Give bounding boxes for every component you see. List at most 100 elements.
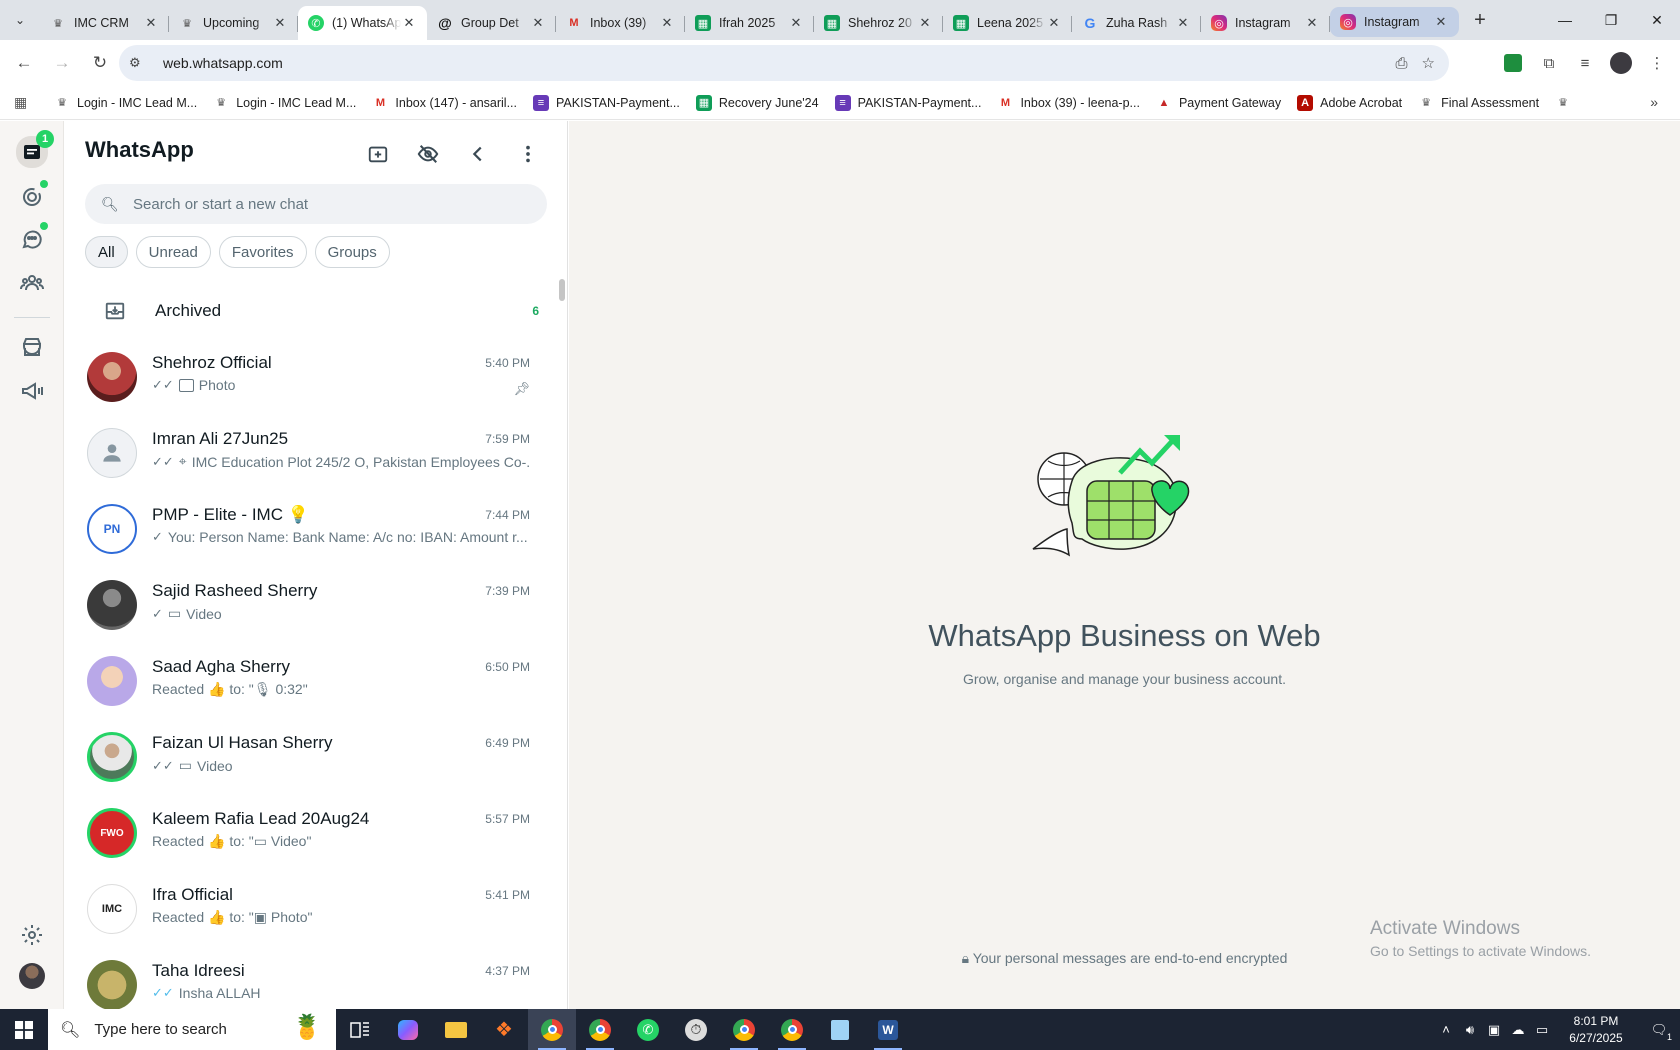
search-input[interactable] [133,195,513,213]
chat-search-box[interactable]: 🔍︎ [85,184,547,224]
close-tab-icon[interactable]: ✕ [1304,15,1320,31]
extensions-puzzle-icon[interactable]: ⧉ [1534,48,1564,78]
filter-groups[interactable]: Groups [314,236,390,268]
close-tab-icon[interactable]: ✕ [788,15,804,31]
bookmark-item[interactable]: ≡ PAKISTAN-Payment... [533,94,680,111]
bookmark-item[interactable]: ♛ Login - IMC Lead M... [54,95,197,111]
volume-icon[interactable]: 🔊︎ [1458,1022,1482,1038]
tab-instagram-1[interactable]: ◎ Instagram ✕ [1201,6,1330,40]
close-tab-icon[interactable]: ✕ [143,15,159,31]
app-orange-icon[interactable]: ❖ [480,1009,528,1050]
address-bar[interactable]: ⚙ web.whatsapp.com ⎙ ☆ [119,45,1449,81]
tab-shehroz-2025[interactable]: ▦ Shehroz 20 ✕ [814,6,943,40]
extension-green-icon[interactable] [1498,48,1528,78]
chat-row-pmp-elite[interactable]: PN PMP - Elite - IMC 💡 7:44 PM ✓ You: Per… [65,491,562,567]
task-view-icon[interactable] [336,1009,384,1050]
filter-unread[interactable]: Unread [135,236,211,268]
menu-more-icon[interactable] [513,139,543,169]
chat-row-sajid-rasheed[interactable]: Sajid Rasheed Sherry 7:39 PM ✓ ▭ Video [65,567,562,643]
back-icon[interactable]: ← [8,47,40,79]
chat-row-ifra-official[interactable]: IMC Ifra Official 5:41 PM Reacted 👍 to: … [65,871,562,947]
tab-zuha-rashid[interactable]: G Zuha Rash ✕ [1072,6,1201,40]
notification-center-icon[interactable]: 🗨︎ 1 [1638,1022,1680,1042]
notepad-icon[interactable] [816,1009,864,1050]
close-tab-icon[interactable]: ✕ [1175,15,1191,31]
apps-grid-icon[interactable]: ▦ [14,94,40,111]
filter-all[interactable]: All [85,236,128,268]
taskbar-clock[interactable]: 8:01 PM 6/27/2025 [1554,1013,1638,1047]
bookmark-item[interactable]: A Adobe Acrobat [1297,94,1402,111]
bookmark-item[interactable]: ▦ Recovery June'24 [695,94,819,111]
media-controls-icon[interactable]: ≡ [1570,48,1600,78]
close-tab-icon[interactable]: ✕ [401,15,417,31]
more-vert-icon[interactable]: ⋮ [1642,48,1672,78]
hide-eye-icon[interactable] [413,139,443,169]
new-chat-icon[interactable] [363,139,393,169]
tab-search-chevron-icon[interactable]: ⌄ [0,0,40,40]
filter-favorites[interactable]: Favorites [218,236,307,268]
chat-row-imran-ali[interactable]: Imran Ali 27Jun25 7:59 PM ✓✓ ⌖ IMC Educati… [65,415,562,491]
collapse-chevron-icon[interactable] [463,139,493,169]
clock-app-icon[interactable]: ⏱ [672,1009,720,1050]
tab-group-details[interactable]: @ Group Det ✕ [427,6,556,40]
close-window-icon[interactable]: ✕ [1634,0,1680,40]
chat-row-shehroz-official[interactable]: Shehroz Official 5:40 PM ✓✓ Photo 📌︎ [65,339,562,415]
scrollbar-thumb[interactable] [559,279,565,301]
bookmark-item[interactable]: ♛ Login - IMC Lead M... [213,95,356,111]
taskbar-search[interactable]: 🔍︎ Type here to search 🍍 [48,1009,336,1050]
chat-row-kaleem-rafia[interactable]: FWO Kaleem Rafia Lead 20Aug24 5:57 PM Re… [65,795,562,871]
tab-leena-2025[interactable]: ▦ Leena 2025 ✕ [943,6,1072,40]
site-info-icon[interactable]: ⚙ [129,55,151,71]
close-tab-icon[interactable]: ✕ [659,15,675,31]
bookmark-item[interactable]: ≡ PAKISTAN-Payment... [834,94,981,111]
bookmark-item[interactable]: ♛ [1555,95,1578,111]
bookmark-star-icon[interactable]: ☆ [1422,54,1435,72]
profile-avatar[interactable] [19,963,45,989]
chrome-icon[interactable] [528,1009,576,1050]
chrome-icon[interactable] [576,1009,624,1050]
archived-label: Archived [155,301,222,320]
chat-row-saad-agha[interactable]: Saad Agha Sherry 6:50 PM Reacted 👍 to: "… [65,643,562,719]
forward-icon[interactable]: → [46,47,78,79]
tab-ifrah-2025[interactable]: ▦ Ifrah 2025 ✕ [685,6,814,40]
more-bookmarks-icon[interactable]: » [1650,94,1658,110]
chat-row-faizan-ul-hasan[interactable]: Faizan Ul Hasan Sherry 6:49 PM ✓✓ ▭ Video [65,719,562,795]
onedrive-icon[interactable]: ☁ [1506,1022,1530,1038]
file-explorer-icon[interactable] [432,1009,480,1050]
bookmark-item[interactable]: M Inbox (147) - ansaril... [372,95,517,111]
catalog-store-icon[interactable] [18,333,46,361]
copilot-icon[interactable] [384,1009,432,1050]
restore-icon[interactable]: ❐ [1588,0,1634,40]
url-text[interactable]: web.whatsapp.com [163,55,283,71]
network-icon[interactable]: ▭ [1530,1022,1554,1038]
settings-gear-icon[interactable] [18,921,46,949]
close-tab-icon[interactable]: ✕ [1046,15,1062,31]
ads-megaphone-icon[interactable] [18,377,46,405]
tray-chevron-icon[interactable]: ˄ [1434,1022,1458,1037]
bookmark-item[interactable]: ♛ Final Assessment [1418,95,1539,111]
minimize-icon[interactable]: — [1542,0,1588,40]
close-tab-icon[interactable]: ✕ [917,15,933,31]
install-app-icon[interactable]: ⎙ [1396,55,1408,72]
tab-whatsapp[interactable]: ✆ (1) WhatsApp ✕ [298,6,427,40]
start-windows-icon[interactable] [0,1009,48,1050]
bookmark-item[interactable]: ▲ Payment Gateway [1156,95,1282,111]
profile-avatar[interactable] [1606,48,1636,78]
close-tab-icon[interactable]: ✕ [1433,14,1449,30]
whatsapp-icon[interactable]: ✆ [624,1009,672,1050]
new-tab-button[interactable]: + [1463,3,1497,37]
word-icon[interactable]: W [864,1009,912,1050]
chrome-icon[interactable] [720,1009,768,1050]
chrome-icon[interactable] [768,1009,816,1050]
close-tab-icon[interactable]: ✕ [530,15,546,31]
tab-imc-crm[interactable]: ♛ IMC CRM ✕ [40,6,169,40]
tab-upcoming[interactable]: ♛ Upcoming ✕ [169,6,298,40]
close-tab-icon[interactable]: ✕ [272,15,288,31]
archived-row[interactable]: Archived 6 [85,283,545,339]
communities-icon[interactable] [18,269,46,297]
meet-now-icon[interactable]: ▣ [1482,1022,1506,1038]
tab-inbox[interactable]: M Inbox (39) ✕ [556,6,685,40]
reload-icon[interactable]: ↻ [84,47,116,79]
tab-instagram-2[interactable]: ◎ Instagram ✕ [1330,7,1459,37]
bookmark-item[interactable]: M Inbox (39) - leena-p... [997,95,1140,111]
